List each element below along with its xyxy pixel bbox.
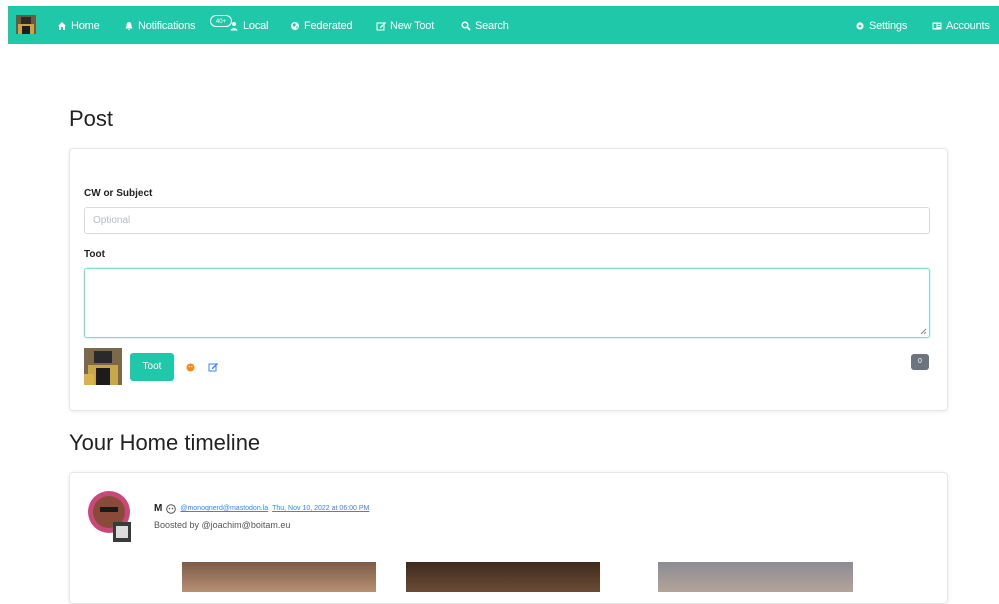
status-handle-link[interactable]: @monoqnerd@mastodon.la xyxy=(180,505,268,512)
status-timestamp-link[interactable]: Thu, Nov 10, 2022 at 06:00 PM xyxy=(272,505,369,512)
nav-federated-label: Federated xyxy=(304,20,353,32)
resize-handle-icon[interactable] xyxy=(920,328,927,335)
nav-local-label: Local xyxy=(243,20,269,32)
emoji-icon[interactable] xyxy=(186,363,195,372)
nav-notifications[interactable]: Notifications xyxy=(124,19,196,33)
gear-icon xyxy=(856,22,864,30)
media-attachment[interactable] xyxy=(406,562,600,592)
nav-home-label: Home xyxy=(71,20,100,32)
post-heading: Post xyxy=(69,106,114,131)
nav-new-toot-label: New Toot xyxy=(390,20,435,32)
post-composer-card: CW or Subject Optional Toot Toot 0 xyxy=(69,148,948,411)
cw-label: CW or Subject xyxy=(84,188,153,199)
toot-label: Toot xyxy=(84,249,105,260)
status-display-name[interactable]: M xyxy=(154,503,162,514)
boosted-by-text: Boosted by @joachim@boitam.eu xyxy=(154,520,291,530)
media-attachment[interactable] xyxy=(182,562,376,592)
globe-icon xyxy=(291,22,299,30)
nav-settings[interactable]: Settings xyxy=(855,19,907,33)
nav-new-toot[interactable]: New Toot xyxy=(376,19,434,33)
toot-button[interactable]: Toot xyxy=(130,353,174,381)
nav-notifications-label: Notifications xyxy=(138,20,196,32)
nav-local[interactable]: Local xyxy=(229,19,269,33)
character-count-badge: 0 xyxy=(911,354,929,370)
users-icon xyxy=(230,22,238,31)
media-attachment[interactable] xyxy=(658,562,853,592)
timeline-heading: Your Home timeline xyxy=(69,430,261,455)
cw-subject-input[interactable]: Optional xyxy=(84,207,930,234)
status-card: M @monoqnerd@mastodon.la Thu, Nov 10, 20… xyxy=(69,472,948,604)
user-avatar-icon[interactable] xyxy=(16,15,36,34)
edit-icon xyxy=(376,22,386,31)
id-card-icon xyxy=(932,22,942,30)
nav-settings-label: Settings xyxy=(869,20,908,32)
toot-textarea[interactable] xyxy=(84,268,930,338)
status-author-avatar[interactable] xyxy=(88,490,132,544)
top-navbar: Home Notifications 40+ Local Federated N… xyxy=(8,6,999,44)
nav-home[interactable]: Home xyxy=(57,19,100,33)
edit-icon[interactable] xyxy=(208,362,219,372)
composer-avatar xyxy=(84,348,122,385)
status-header: M @monoqnerd@mastodon.la Thu, Nov 10, 20… xyxy=(154,503,369,514)
bell-icon xyxy=(125,22,133,31)
nav-federated[interactable]: Federated xyxy=(290,19,353,33)
search-icon xyxy=(461,21,471,31)
nav-accounts[interactable]: Accounts xyxy=(932,19,990,33)
nav-search-label: Search xyxy=(475,20,509,32)
bot-icon xyxy=(166,503,177,514)
home-icon xyxy=(58,22,66,30)
nav-accounts-label: Accounts xyxy=(946,20,990,32)
nav-search[interactable]: Search xyxy=(461,19,509,33)
